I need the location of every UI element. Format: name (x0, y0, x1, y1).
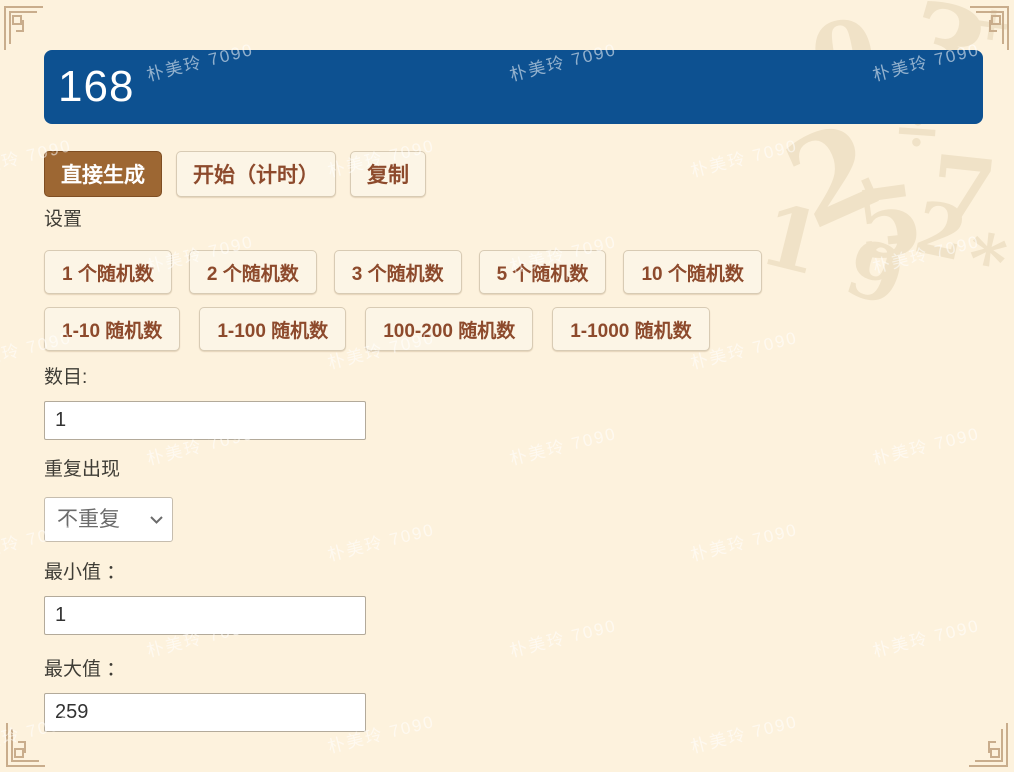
random-number-generator-page: { "result": { "value": "168" }, "actions… (0, 0, 1014, 772)
count-input[interactable] (44, 401, 366, 440)
repeat-label: 重复出现 (44, 459, 121, 480)
preset-3-random-button[interactable]: 3 个随机数 (333, 250, 462, 294)
preset-5-random-button[interactable]: 5 个随机数 (478, 250, 607, 294)
max-label: 最大值 ： (44, 659, 126, 680)
preset-2-random-button[interactable]: 2 个随机数 (188, 250, 317, 294)
corner-ornament-bottom-left (5, 722, 47, 769)
preset-range-1-100-button[interactable]: 1-100 随机数 (199, 307, 347, 351)
repeat-select-wrap: 不重复 (44, 497, 173, 542)
repeat-select[interactable]: 不重复 (45, 498, 172, 541)
preset-10-random-button[interactable]: 10 个随机数 (623, 250, 762, 294)
min-label: 最小值 ： (44, 562, 126, 583)
max-input[interactable] (44, 693, 366, 732)
settings-title: 设置 (44, 209, 83, 230)
corner-ornament-top-left (3, 4, 45, 51)
preset-range-100-200-button[interactable]: 100-200 随机数 (365, 307, 534, 351)
preset-range-row: 1-10 随机数 1-100 随机数 100-200 随机数 1-1000 随机… (44, 307, 983, 351)
generate-button[interactable]: 直接生成 (44, 151, 162, 197)
start-timer-button[interactable]: 开始（计时） (176, 151, 336, 197)
count-label: 数目: (44, 367, 88, 388)
generator-panel: 168 直接生成 开始（计时） 复制 设置 1 个随机数 2 个随机数 3 个随… (44, 0, 983, 732)
action-buttons-row: 直接生成 开始（计时） 复制 (44, 151, 983, 197)
min-input[interactable] (44, 596, 366, 635)
copy-button[interactable]: 复制 (350, 151, 426, 197)
preset-1-random-button[interactable]: 1 个随机数 (44, 250, 172, 294)
preset-count-row: 1 个随机数 2 个随机数 3 个随机数 5 个随机数 10 个随机数 (44, 250, 983, 294)
preset-range-1-1000-button[interactable]: 1-1000 随机数 (552, 307, 710, 351)
result-value: 168 (58, 62, 135, 111)
result-display: 168 (44, 50, 983, 124)
preset-range-1-10-button[interactable]: 1-10 随机数 (44, 307, 181, 351)
